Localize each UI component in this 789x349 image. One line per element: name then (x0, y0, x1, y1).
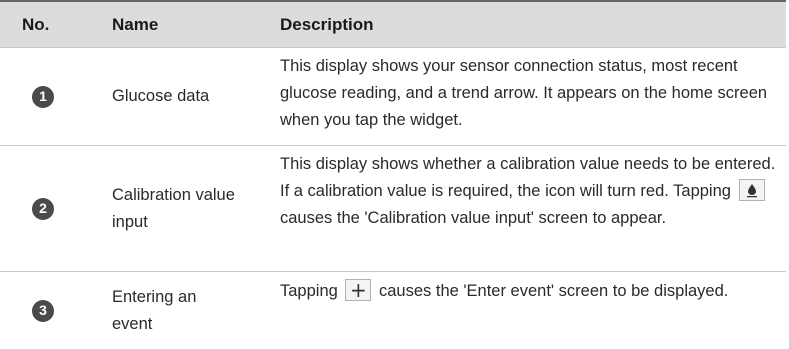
table-row: 2 Calibration value input This display s… (0, 145, 786, 271)
number-badge: 3 (32, 299, 54, 322)
number-badge: 2 (32, 197, 54, 220)
plus-icon: + (345, 278, 372, 301)
table-row: 3 Entering an event Tapping + causes the… (0, 271, 786, 349)
row-number-cell: 1 (0, 48, 106, 145)
row-description: This display shows whether a calibration… (275, 146, 786, 271)
number-badge: 1 (32, 85, 54, 108)
row-number-cell: 3 (0, 272, 106, 349)
description-text: causes the 'Calibration value input' scr… (280, 209, 667, 227)
row-description: Tapping + causes the 'Enter event' scree… (275, 272, 786, 349)
row-name: Entering an event (112, 287, 197, 333)
header-description: Description (280, 14, 374, 34)
table-header: No. Name Description (0, 0, 786, 47)
description-text: This display shows whether a calibration… (280, 155, 776, 200)
row-number-cell: 2 (0, 146, 106, 271)
header-no: No. (22, 14, 50, 34)
features-table: No. Name Description 1 Glucose data This… (0, 0, 786, 349)
description-text: causes the 'Enter event' screen to be di… (379, 282, 729, 300)
description-text: Tapping (280, 282, 338, 300)
row-description: This display shows your sensor connectio… (280, 57, 768, 129)
header-name: Name (112, 14, 159, 34)
table-row: 1 Glucose data This display shows your s… (0, 47, 786, 145)
row-name: Calibration value input (112, 185, 235, 231)
row-name: Glucose data (112, 87, 210, 105)
calibration-drop-icon (738, 178, 765, 201)
